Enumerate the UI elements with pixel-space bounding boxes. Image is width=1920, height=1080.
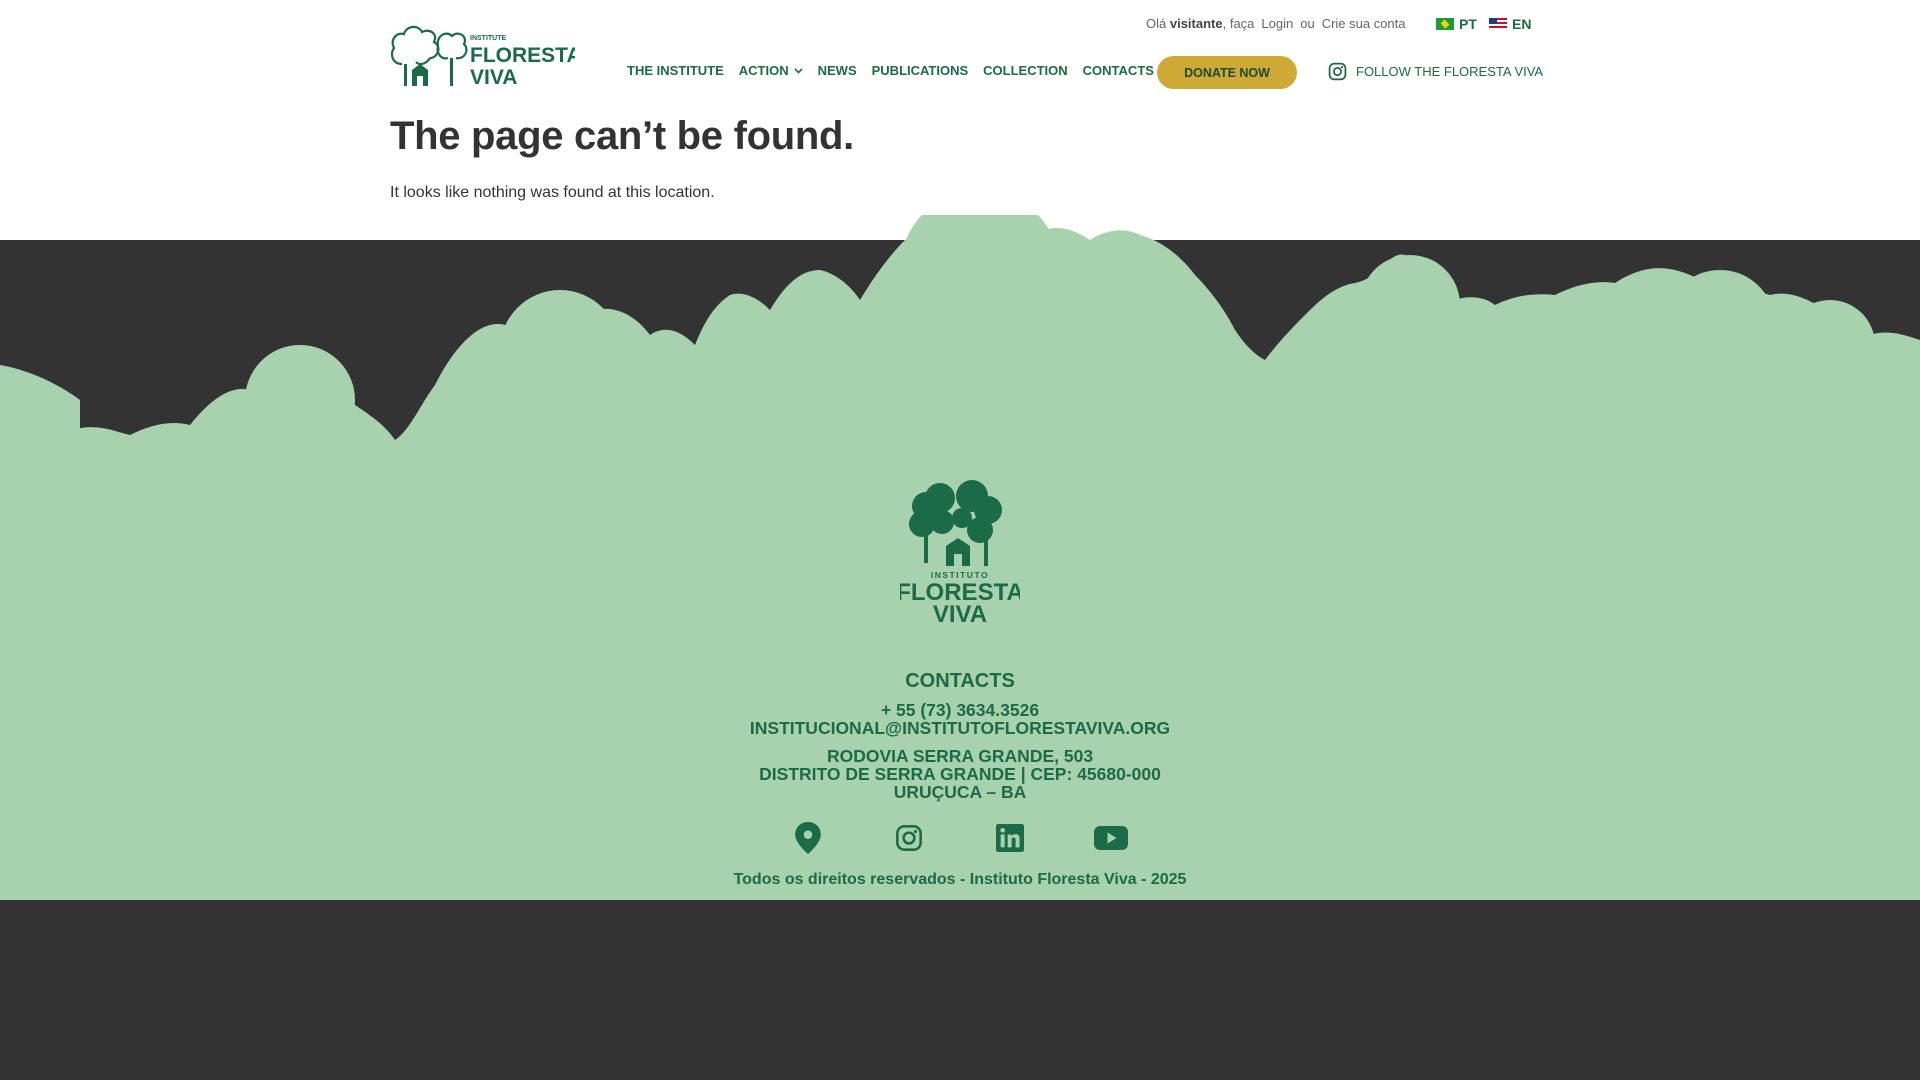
footer-email[interactable]: INSTITUCIONAL@INSTITUTOFLORESTAVIVA.ORG (560, 719, 1360, 737)
flag-usa-icon (1489, 18, 1507, 30)
location-link[interactable] (790, 820, 826, 856)
instagram-icon (896, 825, 922, 851)
login-link[interactable]: Login (1261, 16, 1293, 31)
footer-address-line2: DISTRITO DE SERRA GRANDE | CEP: 45680-00… (759, 764, 1161, 784)
language-en-link[interactable]: EN (1489, 16, 1531, 32)
or-text: ou (1300, 16, 1315, 31)
follow-instagram-link[interactable]: FOLLOW THE FLORESTA VIVA (1328, 62, 1543, 81)
instagram-icon (1328, 62, 1347, 81)
error-message: It looks like nothing was found at this … (390, 184, 715, 201)
footer-address-line1: RODOVIA SERRA GRANDE, 503 (826, 746, 1094, 766)
nav-news[interactable]: NEWS (818, 63, 857, 78)
page-title: The page can’t be found. (390, 114, 854, 158)
contacts-heading: CONTACTS (905, 670, 1015, 692)
instagram-link[interactable] (891, 820, 927, 856)
language-en-label: EN (1512, 16, 1532, 32)
footer-logo: INSTITUTO FLORESTA VIVA (900, 480, 1020, 626)
page-background (0, 0, 1920, 240)
footer-address-line3: URUÇUCA – BA (893, 782, 1027, 802)
youtube-icon (1094, 826, 1128, 850)
language-pt-link[interactable]: PT (1436, 16, 1477, 32)
flag-brazil-icon (1436, 18, 1454, 30)
main-nav: THE INSTITUTE ACTION NEWS PUBLICATIONS C… (627, 63, 1154, 78)
footer-copyright: Todos os direitos reservados - Instituto… (733, 871, 1187, 888)
nav-action-label: ACTION (738, 63, 789, 78)
footer-contacts: CONTACTS (560, 670, 1360, 693)
language-pt-label: PT (1459, 16, 1477, 32)
donate-now-button[interactable]: DONATE NOW (1157, 56, 1297, 89)
logo-line2-text: VIVA (470, 66, 517, 86)
logo-small-text: INSTITUTE (470, 35, 506, 42)
linkedin-link[interactable] (992, 820, 1028, 856)
chevron-down-icon (794, 67, 803, 74)
footer-phone[interactable]: + 55 (73) 3634.3526 (560, 701, 1360, 719)
signup-link[interactable]: Crie sua conta (1322, 16, 1406, 31)
nav-publications[interactable]: PUBLICATIONS (872, 63, 969, 78)
nav-action[interactable]: ACTION (739, 63, 803, 78)
logo-line1-text: FLORESTA (470, 44, 575, 67)
site-logo[interactable]: INSTITUTE FLORESTA VIVA (390, 24, 575, 86)
follow-label: FOLLOW THE FLORESTA VIVA (1356, 64, 1544, 79)
greeting-text: Olá visitante, faça (1146, 16, 1255, 31)
youtube-link[interactable] (1093, 820, 1129, 856)
linkedin-icon (996, 824, 1024, 852)
nav-collection[interactable]: COLLECTION (983, 63, 1068, 78)
footer-social-links (0, 820, 1920, 856)
location-pin-icon (795, 822, 821, 854)
nav-the-institute[interactable]: THE INSTITUTE (627, 63, 724, 78)
footer-logo-line2-text: VIVA (933, 601, 987, 626)
user-greeting-bar: Olá visitante, faça Login ou Crie sua co… (1146, 16, 1406, 31)
nav-contacts[interactable]: CONTACTS (1083, 63, 1154, 78)
